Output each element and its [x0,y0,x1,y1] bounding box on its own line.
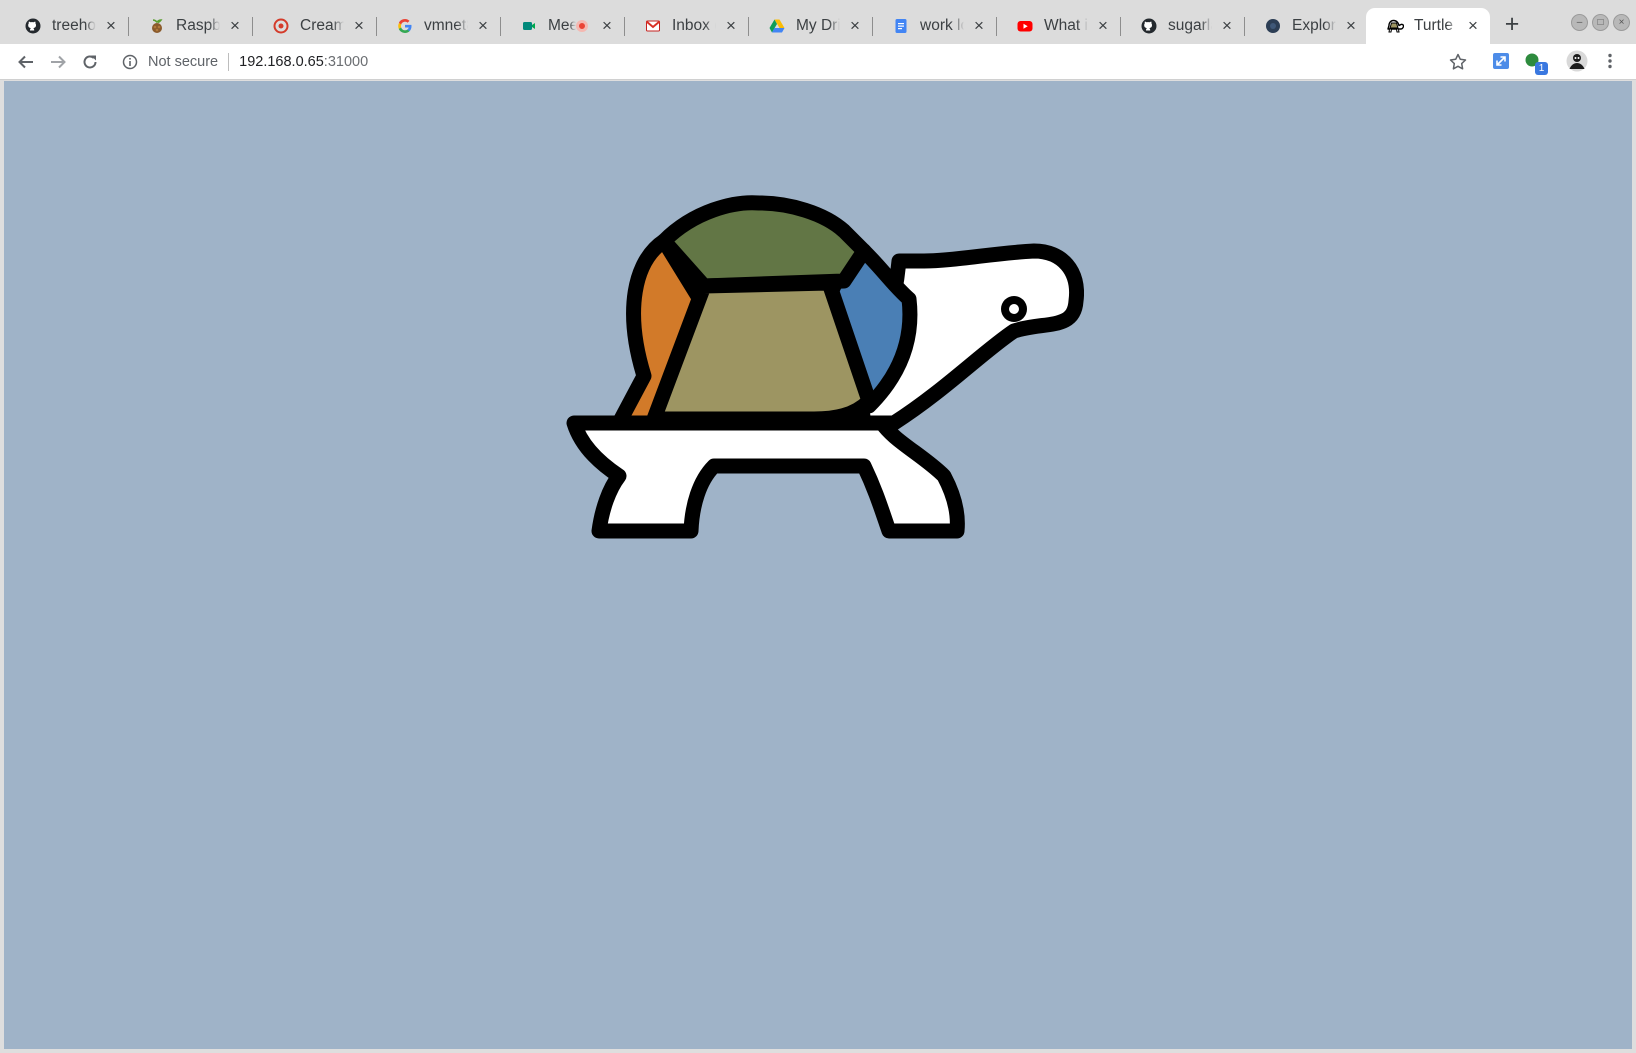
omnibox-divider [228,53,230,71]
tab-what-is[interactable]: What is t × [996,8,1121,44]
google-docs-icon [892,17,910,35]
tab-turtle-blocks[interactable]: Turtle Bl × [1366,8,1490,44]
close-icon[interactable]: × [102,17,120,35]
close-icon[interactable]: × [226,17,244,35]
turtle-icon [1386,17,1404,35]
tab-title: My Drive [796,17,840,34]
address-bar[interactable]: Not secure 192.168.0.65:31000 [112,46,1478,78]
turtle-shell-top [656,195,872,294]
minimize-icon: – [1576,17,1583,28]
tab-title: Raspberry [176,17,220,34]
back-button[interactable] [12,48,40,76]
tab-vmnet8[interactable]: vmnet8 G × [376,8,501,44]
close-icon[interactable]: × [1094,17,1112,35]
raspberry-pi-icon [148,17,166,35]
close-window-icon: × [1618,17,1625,28]
close-window-button[interactable]: × [1613,14,1630,31]
github-icon [1140,17,1158,35]
extension-button-badge[interactable]: 1 [1522,50,1548,75]
close-icon[interactable]: × [846,17,864,35]
maximize-button[interactable]: □ [1592,14,1609,31]
tab-title: treehouse [52,17,96,34]
kebab-menu-icon [1608,53,1612,69]
browser-window: treehouse × Raspberry × Cream : T × vmne… [0,0,1636,1053]
bookmark-star-icon[interactable] [1448,52,1468,72]
tab-my-drive[interactable]: My Drive × [748,8,873,44]
reload-button[interactable] [76,48,104,76]
tab-title: Meet [548,17,576,34]
forward-arrow-icon [51,55,66,69]
reload-icon [83,55,97,69]
close-icon[interactable]: × [1342,17,1360,35]
tab-title: vmnet8 G [424,17,468,34]
close-icon[interactable]: × [350,17,368,35]
browser-menu-button[interactable] [1599,50,1621,72]
tab-sugarlabs[interactable]: sugarlabs × [1120,8,1245,44]
url-host: 192.168.0.65 [239,54,324,70]
profile-avatar[interactable] [1566,50,1588,72]
tab-title: Inbox (2) [672,17,716,34]
resize-arrow-icon [1493,53,1509,69]
turtle-logo [566,195,1084,539]
tab-title: Explore [1292,17,1336,34]
close-icon[interactable]: × [474,17,492,35]
browser-toolbar: Not secure 192.168.0.65:31000 1 [0,44,1636,80]
new-tab-button[interactable]: + [1499,12,1525,38]
avatar [1566,50,1588,72]
gmail-icon [644,17,662,35]
tab-strip: treehouse × Raspberry × Cream : T × vmne… [0,0,1636,44]
close-icon[interactable]: × [1218,17,1236,35]
github-icon [24,17,42,35]
close-icon[interactable]: × [722,17,740,35]
cream-icon [272,17,290,35]
google-drive-icon [768,17,786,35]
maximize-icon: □ [1597,17,1604,28]
tab-title: Cream : T [300,17,344,34]
close-icon[interactable]: × [1464,17,1482,35]
recording-indicator-icon [576,20,588,32]
youtube-icon [1016,17,1034,35]
minimize-button[interactable]: – [1571,14,1588,31]
tab-title: sugarlabs [1168,17,1212,34]
extension-badge: 1 [1535,62,1548,75]
google-meet-icon [520,17,538,35]
tab-work-log[interactable]: work log × [872,8,997,44]
close-icon[interactable]: × [970,17,988,35]
tab-explore[interactable]: Explore × [1244,8,1369,44]
tab-title: work log [920,17,964,34]
tab-raspberry[interactable]: Raspberry × [128,8,253,44]
tab-meet[interactable]: Meet × [500,8,625,44]
extension-button-zoom[interactable] [1490,50,1512,72]
google-icon [396,17,414,35]
tab-treehouse[interactable]: treehouse × [4,8,129,44]
tab-title: Turtle Bl [1414,17,1458,34]
tab-cream[interactable]: Cream : T × [252,8,377,44]
turtle-blocks-canvas[interactable] [4,81,1632,1049]
back-arrow-icon [18,55,33,69]
turtle-eye-pupil [1009,304,1019,314]
explore-icon [1264,17,1282,35]
close-icon[interactable]: × [598,17,616,35]
tab-inbox[interactable]: Inbox (2) × [624,8,749,44]
security-status: Not secure [148,54,219,70]
info-icon[interactable] [122,54,138,70]
url-port: :31000 [323,54,369,70]
forward-button[interactable] [44,48,72,76]
tab-title: What is t [1044,17,1088,34]
